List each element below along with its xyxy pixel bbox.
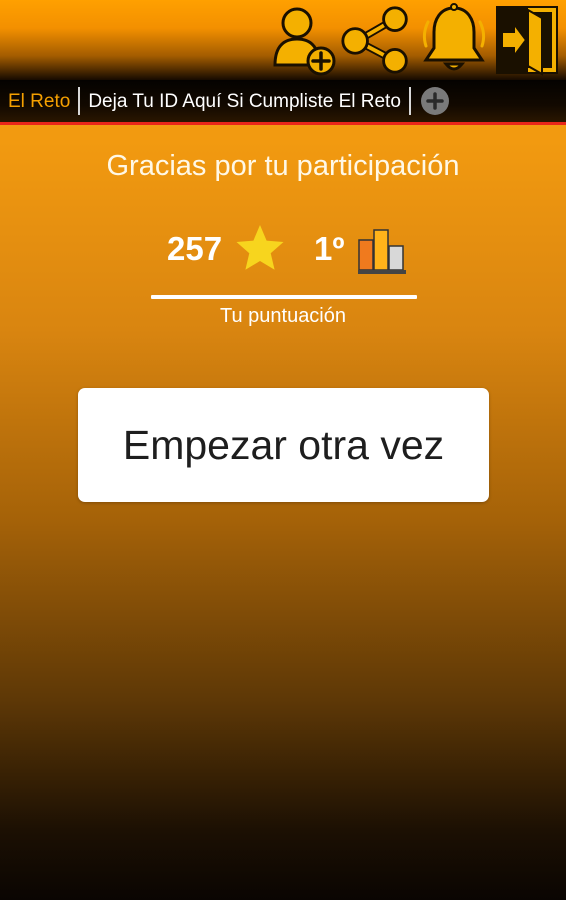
share-icon: [341, 6, 408, 74]
star-icon: [236, 225, 284, 270]
ranking-icon: [358, 229, 406, 274]
score-value: 257: [167, 230, 223, 267]
tab-divider: [408, 87, 411, 115]
tab-deja-tu-id[interactable]: Deja Tu ID Aquí Si Cumpliste El Reto: [80, 79, 409, 124]
tab-el-reto[interactable]: El Reto: [0, 79, 78, 124]
bell-icon: [422, 3, 486, 71]
add-user-icon: [273, 7, 336, 76]
top-toolbar: [0, 0, 566, 80]
plus-icon: [426, 92, 444, 110]
add-user-button[interactable]: [268, 2, 340, 78]
notifications-button[interactable]: [418, 2, 490, 78]
tab-strip: El Reto Deja Tu ID Aquí Si Cumpliste El …: [0, 80, 566, 125]
exit-icon: [496, 6, 558, 76]
exit-button[interactable]: [492, 2, 564, 78]
rank-value: 1º: [314, 230, 345, 267]
add-tab-button[interactable]: [420, 87, 449, 115]
score-label: Tu puntuación: [219, 305, 346, 327]
thanks-message: Gracias por tu participación: [106, 150, 460, 182]
score-divider: [151, 295, 417, 299]
score-row: 257 1º: [0, 222, 566, 282]
restart-button[interactable]: Empezar otra vez: [78, 388, 489, 502]
share-button[interactable]: [340, 2, 412, 78]
